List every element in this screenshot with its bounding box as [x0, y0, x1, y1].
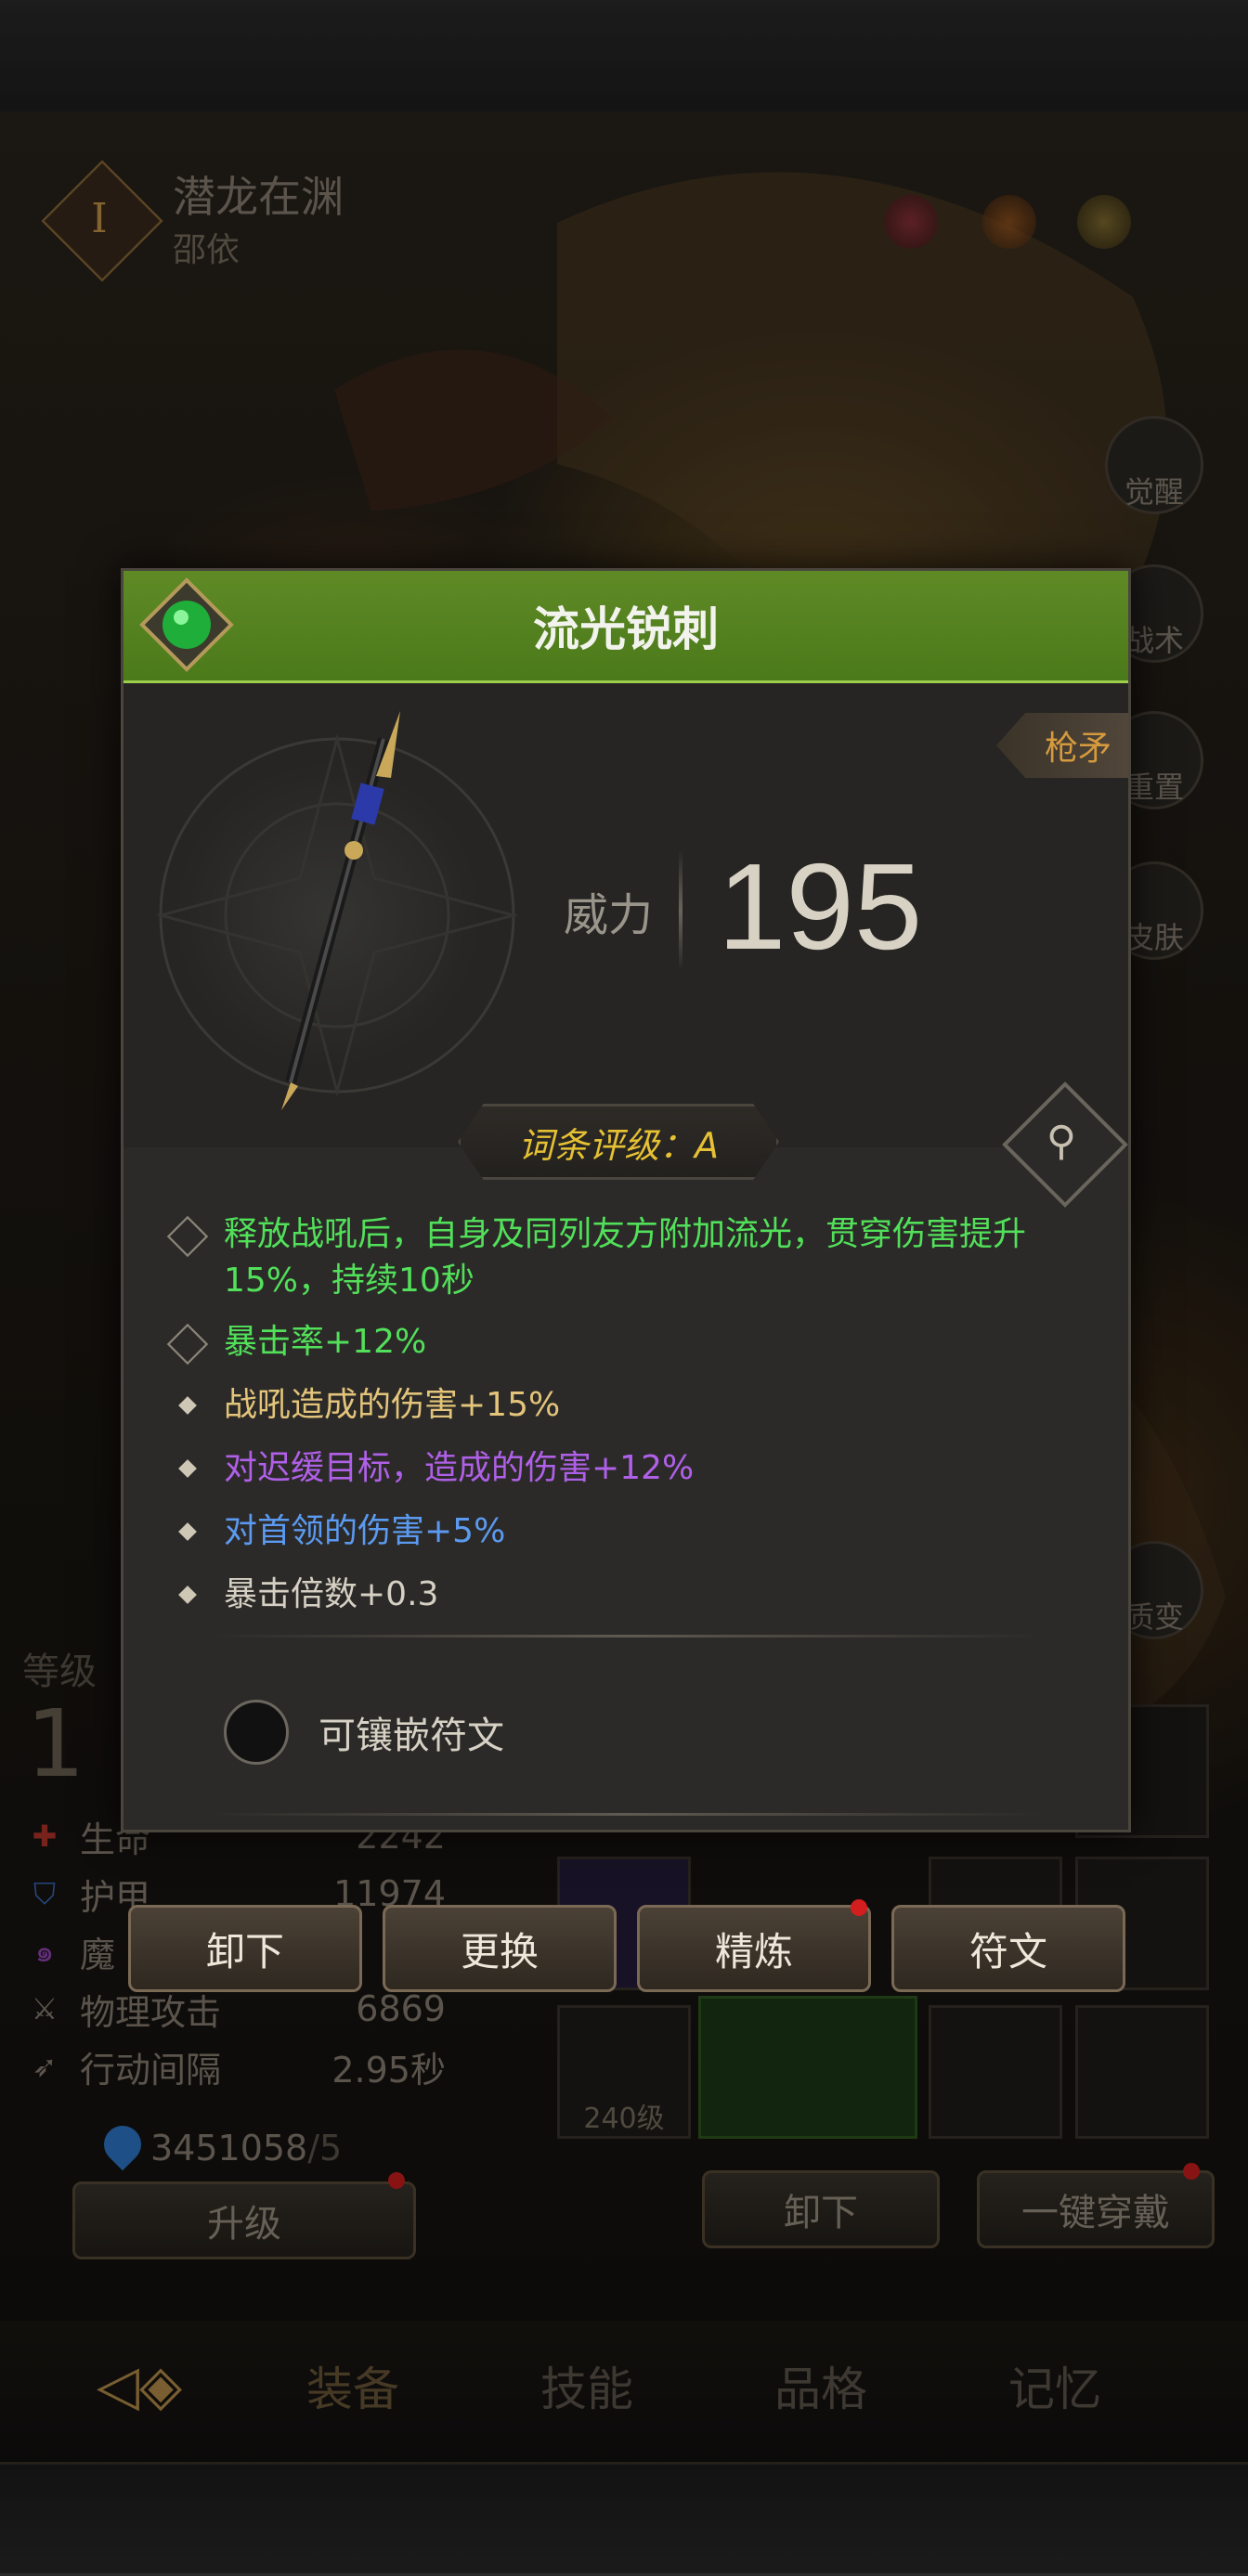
- power-value: 195: [718, 838, 923, 975]
- affix-text: 对首领的伤害+5%: [224, 1512, 506, 1550]
- affix-line: 对首领的伤害+5%: [164, 1508, 1093, 1555]
- rune-socket-label: 可镶嵌符文: [318, 1715, 504, 1757]
- unequip-button[interactable]: 卸下: [128, 1905, 362, 1992]
- affix-grade-text: 词条评级：A: [518, 1124, 719, 1166]
- magnifier-icon[interactable]: ⚲: [1020, 1100, 1102, 1182]
- divider: [207, 1635, 1043, 1638]
- refine-notification-dot: [851, 1899, 867, 1916]
- rune-socket[interactable]: [224, 1700, 289, 1765]
- lock-icon: [166, 1215, 209, 1258]
- power-divider: [679, 850, 682, 971]
- diamond-bullet-icon: [178, 1586, 197, 1604]
- affix-line: 暴击率+12%: [164, 1319, 1093, 1366]
- weapon-type-tag: 枪矛: [996, 713, 1128, 778]
- affix-line: 战吼造成的伤害+15%: [164, 1382, 1093, 1429]
- weapon-type-label: 枪矛: [1044, 730, 1112, 768]
- item-name-header: 流光锐刺: [124, 571, 1128, 683]
- diamond-bullet-icon: [178, 1459, 197, 1478]
- affix-text: 暴击率+12%: [224, 1323, 427, 1361]
- affix-text: 暴击倍数+0.3: [224, 1575, 439, 1613]
- item-name: 流光锐刺: [533, 602, 719, 656]
- affix-line: 暴击倍数+0.3: [164, 1572, 1093, 1618]
- replace-button[interactable]: 更换: [383, 1905, 617, 1992]
- power-label: 威力: [564, 889, 654, 941]
- affix-text: 释放战吼后，自身及同列友方附加流光，贯穿伤害提升15%，持续10秒: [224, 1215, 1027, 1300]
- divider: [207, 1813, 1043, 1816]
- affix-text: 战吼造成的伤害+15%: [224, 1386, 561, 1424]
- lock-icon: [166, 1323, 209, 1366]
- refine-button[interactable]: 精炼: [637, 1905, 871, 1992]
- affix-grade-banner: 词条评级：A: [458, 1104, 779, 1180]
- affix-line: 对迟缓目标，造成的伤害+12%: [164, 1445, 1093, 1492]
- rune-label: 符文: [968, 1928, 1047, 1974]
- quality-gem-icon: [139, 577, 234, 672]
- item-detail-popup: 流光锐刺 枪矛 威力 195 词条评级：A ⚲ 释放战吼后，自身及同列友方附加流…: [121, 568, 1131, 1832]
- affix-text: 对迟缓目标，造成的伤害+12%: [224, 1449, 695, 1487]
- spear-icon: [281, 711, 400, 1110]
- rune-button[interactable]: 符文: [891, 1905, 1125, 1992]
- refine-label: 精炼: [714, 1928, 793, 1974]
- diamond-bullet-icon: [178, 1522, 197, 1541]
- item-art-area: 枪矛 威力 195: [124, 683, 1128, 1147]
- affix-line: 释放战吼后，自身及同列友方附加流光，贯穿伤害提升15%，持续10秒: [164, 1211, 1093, 1304]
- diamond-bullet-icon: [178, 1396, 197, 1415]
- unequip-label: 卸下: [205, 1928, 284, 1974]
- replace-label: 更换: [460, 1928, 539, 1974]
